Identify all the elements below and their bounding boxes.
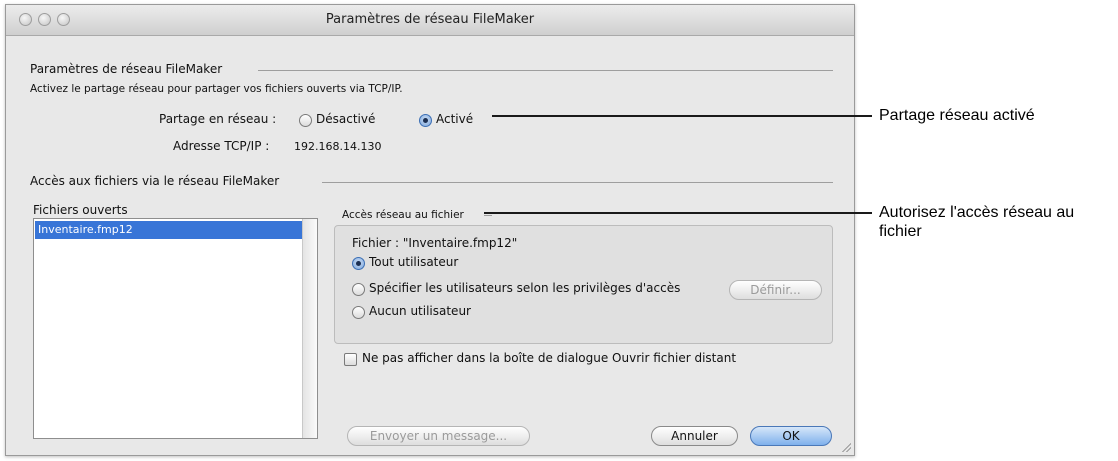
- access-privileges-radio[interactable]: [352, 283, 365, 296]
- section-divider: [258, 70, 833, 71]
- send-message-button[interactable]: Envoyer un message...: [347, 426, 530, 446]
- sharing-on-label[interactable]: Activé: [436, 112, 473, 126]
- open-files-label: Fichiers ouverts: [33, 203, 128, 217]
- access-privileges-label[interactable]: Spécifier les utilisateurs selon les pri…: [369, 281, 680, 295]
- access-none-radio[interactable]: [352, 306, 365, 319]
- file-access-group-title: Accès réseau au fichier: [342, 209, 464, 221]
- access-all-radio[interactable]: [352, 257, 365, 270]
- callout-line-access: [484, 212, 872, 214]
- list-item[interactable]: Inventaire.fmp12: [35, 221, 303, 239]
- sharing-off-label[interactable]: Désactivé: [316, 112, 375, 126]
- ok-button[interactable]: OK: [750, 426, 832, 446]
- network-settings-dialog: Paramètres de réseau FileMaker Paramètre…: [5, 4, 855, 456]
- tcp-ip-value: 192.168.14.130: [294, 140, 382, 153]
- resize-grip-icon[interactable]: [841, 442, 851, 452]
- network-section-title: Paramètres de réseau FileMaker: [30, 62, 227, 76]
- file-access-section-title: Accès aux fichiers via le réseau FileMak…: [30, 174, 284, 188]
- group-title-line: [484, 215, 492, 216]
- callout-access-line1: Autorisez l'accès réseau au: [879, 204, 1075, 221]
- title-bar[interactable]: Paramètres de réseau FileMaker: [6, 5, 854, 36]
- callout-access-line2: fichier: [879, 223, 922, 240]
- window-title: Paramètres de réseau FileMaker: [325, 12, 535, 27]
- file-name-label: Fichier : "Inventaire.fmp12": [352, 236, 518, 250]
- access-none-label[interactable]: Aucun utilisateur: [369, 304, 471, 318]
- access-all-label[interactable]: Tout utilisateur: [369, 255, 458, 269]
- define-button[interactable]: Définir...: [729, 280, 822, 300]
- list-scrollbar[interactable]: [302, 219, 317, 438]
- tcp-ip-label: Adresse TCP/IP :: [173, 139, 270, 153]
- callout-sharing: Partage réseau activé: [879, 107, 1035, 124]
- sharing-off-radio[interactable]: [299, 114, 312, 127]
- hide-in-remote-dialog-label[interactable]: Ne pas afficher dans la boîte de dialogu…: [362, 351, 736, 365]
- cancel-button[interactable]: Annuler: [651, 426, 738, 446]
- hide-in-remote-dialog-checkbox[interactable]: [344, 353, 357, 366]
- section-divider: [322, 182, 833, 183]
- callout-line-sharing: [492, 115, 872, 117]
- sharing-on-radio[interactable]: [419, 114, 432, 127]
- network-description: Activez le partage réseau pour partager …: [30, 83, 403, 95]
- sharing-label: Partage en réseau :: [159, 112, 277, 126]
- open-files-list[interactable]: Inventaire.fmp12: [33, 218, 318, 439]
